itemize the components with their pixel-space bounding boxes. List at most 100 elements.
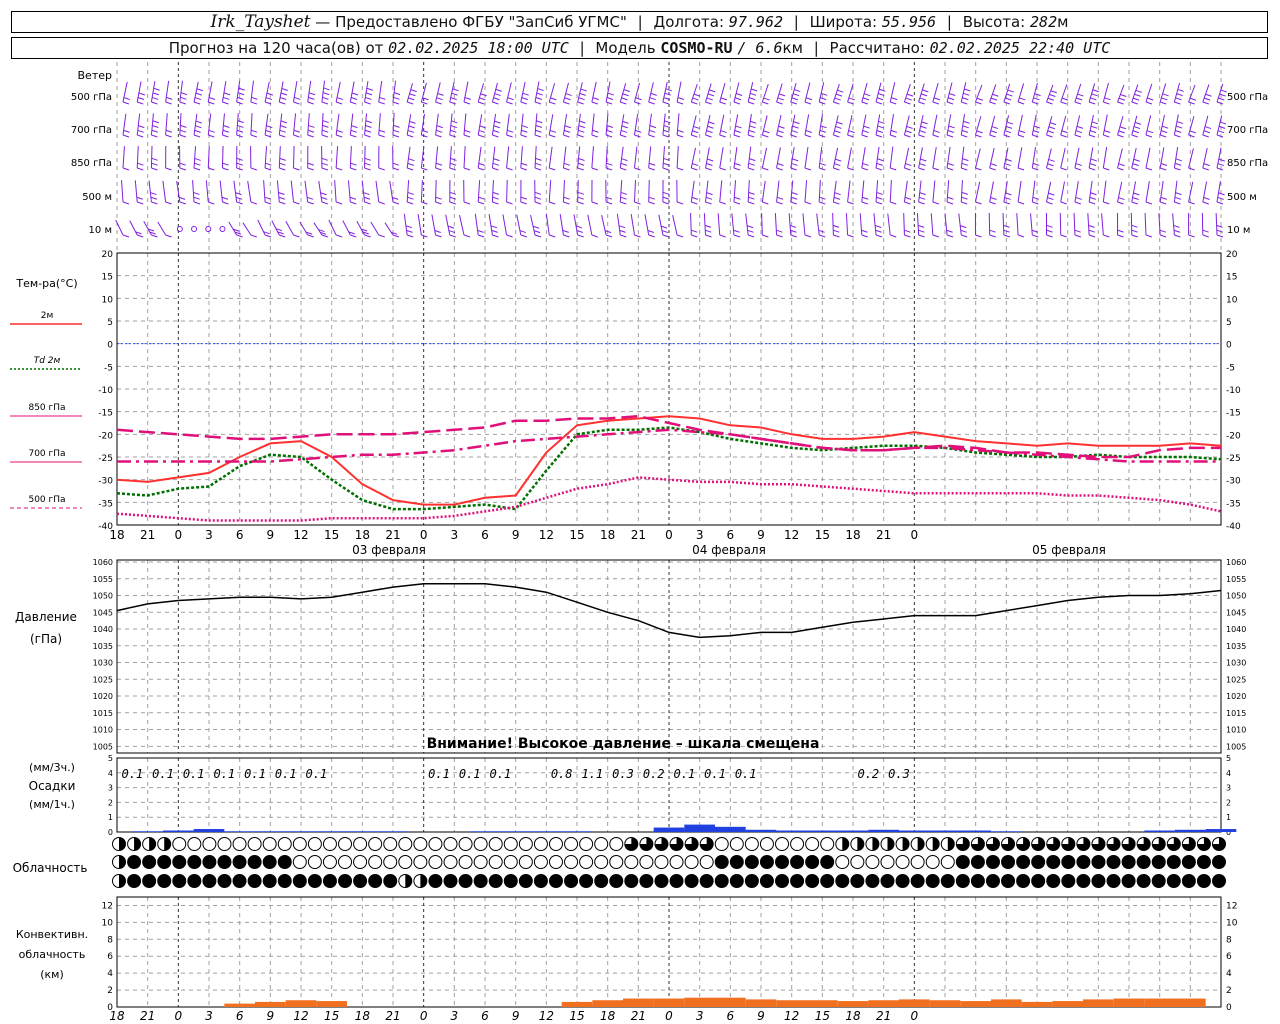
wind-barb-flag: [833, 229, 840, 233]
cloud-cover-symbol: [473, 837, 488, 851]
y-tick-label-right: 1: [1226, 813, 1231, 822]
wind-barb-flag: [223, 96, 230, 100]
wind-barb-flag: [1103, 101, 1110, 105]
wind-barb-flag: [151, 129, 159, 133]
wind-barb-flag: [719, 167, 726, 171]
wind-barb-flag: [335, 134, 343, 138]
wind-barb: [276, 180, 280, 203]
y-tick-label-right: 5: [1226, 754, 1231, 763]
wind-barb-flag: [1217, 130, 1225, 134]
cloud-cover-symbol: [1106, 874, 1121, 888]
conv-bar: [623, 998, 654, 1007]
wind-barb-flag: [1175, 125, 1183, 129]
cloud-cover-symbol: [1212, 874, 1226, 888]
y-tick-label: 5: [107, 318, 113, 328]
wind-barb-flag: [421, 129, 429, 133]
cloud-circle: [398, 837, 413, 851]
wind-barb-flag: [1160, 167, 1167, 171]
wind-barb: [157, 221, 167, 236]
wind-barb: [250, 80, 254, 103]
wind-barb-flag: [223, 125, 230, 128]
wind-barb: [562, 113, 568, 136]
wind-barb-flag: [1017, 134, 1025, 138]
cloud-cover-symbol: [548, 874, 563, 888]
wind-barb-flag: [450, 157, 457, 161]
wind-barb: [932, 180, 936, 203]
wind-barb-flag: [193, 134, 201, 138]
cloud-cover-symbol: [277, 837, 292, 851]
cloud-circle: [564, 855, 579, 869]
cloud-cover-symbol: [910, 855, 925, 869]
wind-barb-flag: [648, 101, 655, 105]
wind-barb-flag: [265, 97, 273, 101]
wind-barb-flag: [1117, 167, 1124, 171]
wind-barb: [445, 214, 451, 236]
wind-barb-flag: [918, 229, 925, 233]
wind-barb-flag: [577, 234, 584, 238]
wind-barb-flag: [677, 129, 684, 133]
wind-barb-flag: [1131, 134, 1138, 138]
x-tick-label: 3: [696, 528, 704, 542]
cloud-cover-symbol: [1001, 874, 1016, 888]
wind-barb-flag: [591, 234, 599, 238]
wind-barb-flag: [861, 234, 868, 238]
wind-barb-flag: [421, 134, 428, 138]
wind-barb-flag: [733, 234, 741, 238]
x-tick-label: 18: [109, 528, 124, 542]
wind-barb-flag: [1202, 167, 1209, 171]
x-tick-label-bottom: 15: [815, 1009, 830, 1023]
cloud-cover-symbol: [970, 874, 985, 888]
wind-barb: [1188, 148, 1194, 169]
wind-barb-flag: [222, 129, 230, 133]
wind-barb-flag: [152, 120, 159, 124]
wind-barb: [264, 113, 269, 136]
wind-barb-flag: [1061, 97, 1069, 101]
precip-bar: [715, 826, 746, 832]
wind-barb: [491, 180, 494, 203]
cloud-fill: [248, 855, 262, 869]
wind-barb-flag: [236, 129, 244, 133]
wind-barb: [1172, 213, 1175, 236]
cloud-cover-symbol: [820, 874, 835, 888]
cloud-circle: [579, 855, 594, 869]
x-tick-label-bottom: 18: [109, 1009, 125, 1023]
wind-barb-flag: [237, 96, 244, 100]
cloud-fill: [202, 874, 216, 888]
cloud-cover-symbol: [262, 837, 277, 851]
y-tick-label-right: 0: [1226, 341, 1232, 351]
cloud-circle: [880, 855, 895, 869]
wind-barb-flag: [792, 158, 799, 162]
cloud-fill: [504, 874, 518, 888]
wind-barb: [577, 146, 581, 169]
cloud-fill: [1212, 855, 1226, 869]
cloud-cover-symbol: [564, 874, 579, 888]
wind-barb-flag: [1060, 134, 1067, 138]
wind-barb-flag: [634, 101, 641, 105]
wind-barb-flag: [366, 87, 373, 91]
wind-barb-flag: [1103, 167, 1110, 171]
wind-barb-flag: [1118, 197, 1125, 201]
cloud-title: Облачность: [13, 861, 88, 875]
wind-barb: [1216, 147, 1222, 169]
cloud-cover-symbol: [684, 837, 699, 851]
wind-barb-flag: [222, 162, 229, 166]
x-tick-label-bottom: 12: [293, 1009, 308, 1023]
wind-barb-flag: [691, 101, 698, 105]
y-tick-label: 1020: [93, 692, 113, 701]
wind-barb: [1159, 147, 1165, 169]
wind-barb-flag: [307, 134, 314, 138]
y-tick-label: 1005: [93, 742, 113, 751]
wind-barb-flag: [1118, 130, 1125, 134]
wind-barb-flag: [1203, 163, 1210, 167]
wind-barb: [121, 180, 124, 203]
cloud-fill: [217, 855, 231, 869]
cloud-fill: [263, 855, 277, 869]
wind-barb-flag: [152, 96, 159, 100]
wind-barb-flag: [151, 162, 158, 166]
wind-barb-flag: [1060, 101, 1067, 105]
wind-barb-flag: [221, 196, 229, 200]
wind-barb-flag: [179, 162, 186, 166]
cloud-cover-symbol: [1076, 837, 1091, 851]
cloud-cover-symbol: [925, 837, 940, 851]
precip-bar: [531, 831, 562, 832]
